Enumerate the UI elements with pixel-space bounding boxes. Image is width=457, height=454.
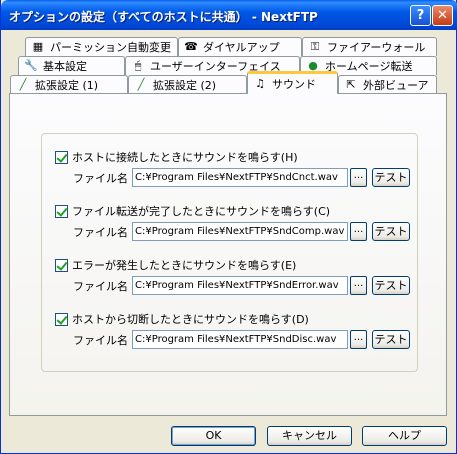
tab-label: サウンド — [272, 77, 316, 91]
sound-error-checkbox[interactable]: エラーが発生したときにサウンドを鳴らす(E) — [55, 257, 296, 273]
viewer-icon: ⇱ — [346, 78, 356, 91]
file-label: ファイル名 — [73, 333, 128, 347]
tab-label: ホームページ転送 — [325, 59, 413, 73]
phone-icon: ☎ — [184, 40, 198, 53]
sound-complete-checkbox[interactable]: ファイル転送が完了したときにサウンドを鳴らす(C) — [55, 203, 330, 219]
file-path-input[interactable]: C:¥Program Files¥NextFTP¥SndCnct.wav — [132, 168, 348, 187]
check-icon — [55, 312, 68, 326]
options-dialog: オプションの設定（すべてのホストに共通） - NextFTP ? ✕ ▦ パーミ… — [0, 0, 457, 454]
sound-disconnect-checkbox[interactable]: ホストから切断したときにサウンドを鳴らす(D) — [55, 311, 309, 327]
tab-firewall[interactable]: ⚿ ファイアーウォール — [302, 37, 437, 56]
close-icon: ✕ — [437, 8, 448, 23]
checkbox-label: ホストから切断したときにサウンドを鳴らす(D) — [72, 313, 309, 326]
browse-button[interactable]: ... — [350, 276, 367, 295]
tab-label: 拡張設定 (1) — [35, 78, 99, 92]
file-row: ファイル名 C:¥Program Files¥NextFTP¥SndError.… — [73, 276, 410, 295]
music-note-icon: ♫ — [255, 77, 265, 90]
check-icon — [55, 258, 68, 272]
help-title-button[interactable]: ? — [410, 5, 431, 26]
tab-label: 基本設定 — [43, 59, 87, 73]
mouse-icon: 🖱 — [134, 59, 142, 72]
file-row: ファイル名 C:¥Program Files¥NextFTP¥SndCnct.w… — [73, 168, 410, 187]
tab-extended-2[interactable]: ╱ 拡張設定 (2) — [128, 75, 247, 94]
test-button[interactable]: テスト — [372, 276, 410, 295]
checkbox-label: ホストに接続したときにサウンドを鳴らす(H) — [72, 151, 298, 164]
wrench-icon: 🔧 — [24, 59, 38, 72]
tab-label: パーミッション自動変更 — [50, 40, 171, 54]
browse-button[interactable]: ... — [350, 222, 367, 241]
test-button[interactable]: テスト — [372, 222, 410, 241]
sound-panel: ホストに接続したときにサウンドを鳴らす(H) ファイル名 C:¥Program … — [9, 93, 447, 416]
check-icon — [55, 204, 68, 218]
check-icon — [55, 150, 68, 164]
ok-button[interactable]: OK — [171, 426, 256, 446]
file-path-input[interactable]: C:¥Program Files¥NextFTP¥SndComp.wav — [132, 222, 348, 241]
browse-button[interactable]: ... — [350, 168, 367, 187]
close-button[interactable]: ✕ — [432, 5, 453, 26]
checkbox-label: エラーが発生したときにサウンドを鳴らす(E) — [72, 259, 297, 272]
tab-permission[interactable]: ▦ パーミッション自動変更 — [25, 37, 178, 56]
question-icon: ? — [416, 8, 425, 23]
chmod-icon: ▦ — [32, 40, 44, 53]
file-path-input[interactable]: C:¥Program Files¥NextFTP¥SndDisc.wav — [132, 330, 348, 349]
cancel-button[interactable]: キャンセル — [267, 426, 352, 446]
tab-basic[interactable]: 🔧 基本設定 — [18, 56, 125, 75]
brush-icon: ╱ — [137, 78, 145, 91]
tab-label: 拡張設定 (2) — [153, 78, 217, 92]
help-button[interactable]: ヘルプ — [362, 426, 447, 446]
checkbox-label: ファイル転送が完了したときにサウンドを鳴らす(C) — [72, 205, 331, 218]
sound-connect-checkbox[interactable]: ホストに接続したときにサウンドを鳴らす(H) — [55, 149, 298, 165]
file-row: ファイル名 C:¥Program Files¥NextFTP¥SndDisc.w… — [73, 330, 410, 349]
browse-button[interactable]: ... — [350, 330, 367, 349]
key-icon: ⚿ — [310, 40, 320, 53]
file-row: ファイル名 C:¥Program Files¥NextFTP¥SndComp.w… — [73, 222, 410, 241]
tab-extended-1[interactable]: ╱ 拡張設定 (1) — [10, 75, 128, 94]
file-label: ファイル名 — [73, 171, 128, 185]
test-button[interactable]: テスト — [372, 168, 410, 187]
test-button[interactable]: テスト — [372, 330, 410, 349]
tab-external-viewer[interactable]: ⇱ 外部ビューア — [338, 75, 437, 94]
tab-label: ダイヤルアップ — [203, 40, 280, 54]
tab-dialup[interactable]: ☎ ダイヤルアップ — [178, 37, 302, 56]
tab-sound[interactable]: ♫ サウンド — [247, 71, 338, 94]
title-bar[interactable]: オプションの設定（すべてのホストに共通） - NextFTP ? ✕ — [1, 0, 457, 30]
file-path-input[interactable]: C:¥Program Files¥NextFTP¥SndError.wav — [132, 276, 348, 295]
file-label: ファイル名 — [73, 279, 128, 293]
tab-label: 外部ビューア — [363, 78, 429, 92]
tab-label: ファイアーウォール — [327, 40, 426, 54]
window-title: オプションの設定（すべてのホストに共通） - NextFTP — [9, 10, 318, 24]
brush-icon: ╱ — [19, 78, 27, 91]
file-label: ファイル名 — [73, 225, 128, 239]
